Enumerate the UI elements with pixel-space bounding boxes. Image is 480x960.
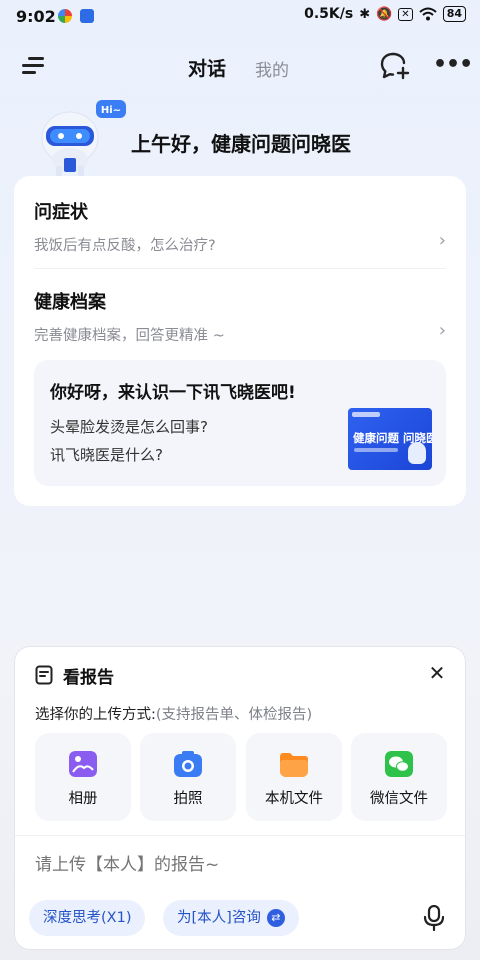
tab-mine[interactable]: 我的 (255, 56, 289, 81)
option-label: 拍照 (173, 791, 203, 807)
option-label: 相册 (68, 791, 98, 807)
chevron-right-icon: › (438, 320, 446, 341)
greeting-title: 上午好，健康问题问晓医 (131, 132, 351, 156)
battery-icon: 84 (442, 6, 466, 22)
mascot-avatar: Hi~ (41, 100, 126, 176)
entry-subtitle: 完善健康档案，回答更精准 ~ (34, 328, 225, 344)
option-label: 本机文件 (265, 791, 323, 807)
more-icon[interactable]: ••• (433, 52, 473, 78)
album-icon (69, 751, 97, 777)
wifi-icon (419, 7, 437, 21)
swap-icon: ⇄ (266, 909, 285, 927)
upload-local-file-button[interactable]: 本机文件 (246, 733, 342, 821)
entry-ask-symptoms[interactable]: 问症状 我饭后有点反酸，怎么治疗? › (34, 198, 446, 255)
chip-label: 为[本人]咨询 (177, 910, 261, 926)
main-card: 问症状 我饭后有点反酸，怎么治疗? › 健康档案 完善健康档案，回答更精准 ~ … (14, 176, 466, 506)
consult-for-self-chip[interactable]: 为[本人]咨询 ⇄ (163, 900, 299, 936)
chevron-right-icon: › (438, 230, 446, 251)
suggested-question[interactable]: 头晕脸发烫是怎么回事? (50, 416, 208, 437)
bluetooth-icon: ✱ (359, 6, 371, 22)
upload-camera-button[interactable]: 拍照 (140, 733, 236, 821)
tab-chat[interactable]: 对话 (188, 54, 226, 81)
upload-hint-main: 选择你的上传方式: (35, 707, 156, 723)
status-right: 0.5K/s ✱ 🔕 ✕ 84 (304, 6, 466, 22)
mute-icon: 🔕 (376, 6, 393, 22)
new-chat-icon[interactable] (378, 50, 412, 82)
report-panel: 看报告 ✕ 选择你的上传方式:(支持报告单、体检报告) 相册 拍照 本机文件 微… (14, 646, 466, 950)
microphone-icon[interactable] (423, 905, 445, 931)
upload-hint: 选择你的上传方式:(支持报告单、体检报告) (35, 703, 312, 724)
upload-album-button[interactable]: 相册 (35, 733, 131, 821)
notification-app-icon-2 (80, 9, 94, 23)
network-speed: 0.5K/s (304, 6, 354, 22)
close-icon[interactable]: ✕ (425, 661, 449, 685)
deep-think-chip[interactable]: 深度思考(X1) (29, 900, 146, 936)
report-title: 看报告 (63, 668, 114, 688)
entry-health-record[interactable]: 健康档案 完善健康档案，回答更精准 ~ › (34, 288, 446, 345)
entry-subtitle: 我饭后有点反酸，怎么治疗? (34, 238, 216, 254)
wechat-icon (385, 751, 413, 777)
mascot-badge: Hi~ (101, 105, 121, 116)
divider (15, 835, 465, 836)
upload-wechat-file-button[interactable]: 微信文件 (351, 733, 447, 821)
report-input[interactable] (35, 855, 415, 875)
suggested-question[interactable]: 讯飞晓医是什么? (50, 444, 163, 465)
top-nav: 对话 我的 ••• (0, 44, 480, 88)
camera-icon (174, 751, 202, 777)
entry-title: 问症状 (34, 202, 88, 223)
intro-title: 你好呀，来认识一下讯飞晓医吧! (50, 383, 296, 403)
menu-icon[interactable] (22, 54, 48, 78)
divider (34, 268, 446, 269)
folder-icon (280, 753, 308, 777)
status-bar: 9:02 0.5K/s ✱ 🔕 ✕ 84 (0, 0, 480, 34)
intro-thumbnail[interactable]: 健康问题 问晓医 (348, 408, 432, 470)
status-time: 9:02 (16, 7, 56, 26)
report-icon (35, 665, 53, 685)
sim-x-icon: ✕ (398, 7, 413, 21)
option-label: 微信文件 (370, 791, 428, 807)
notification-app-icon (58, 9, 72, 23)
upload-hint-sub: (支持报告单、体检报告) (155, 707, 313, 723)
entry-title: 健康档案 (34, 292, 106, 313)
intro-card: 你好呀，来认识一下讯飞晓医吧! 头晕脸发烫是怎么回事? 讯飞晓医是什么? 健康问… (34, 360, 446, 486)
